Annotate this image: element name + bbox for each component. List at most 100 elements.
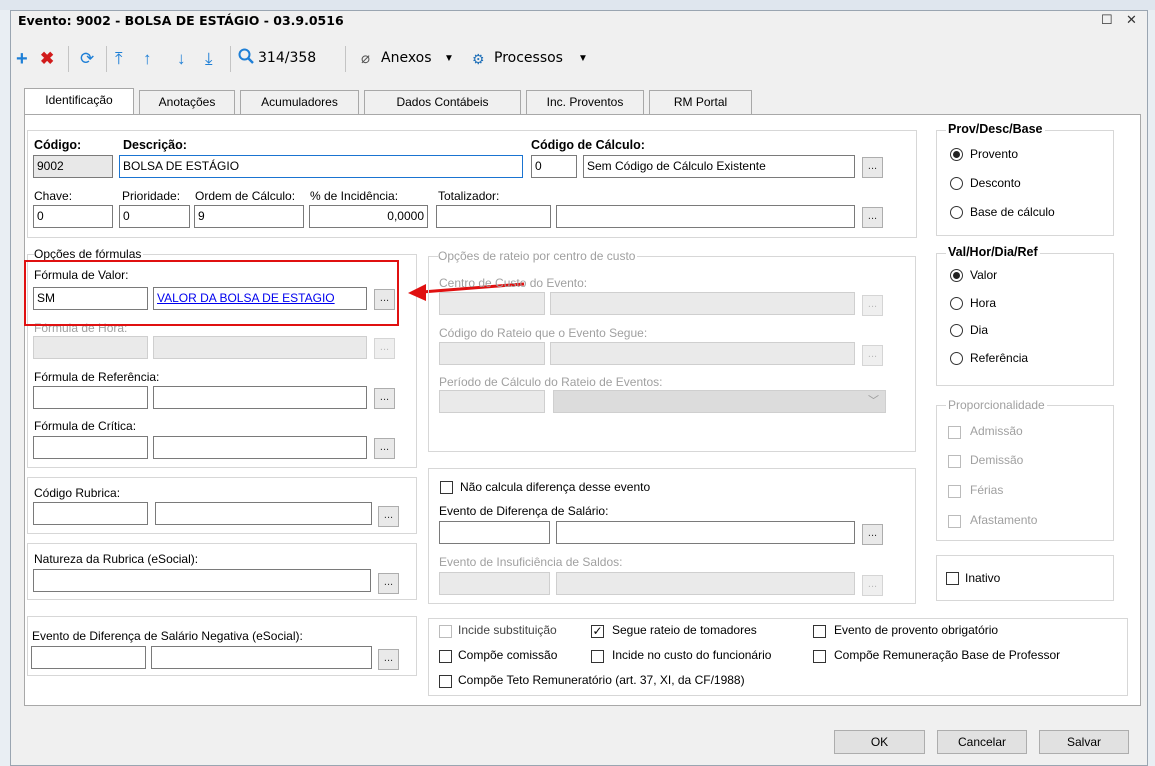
attachments-menu[interactable]: Anexos	[381, 50, 432, 66]
centro-custo-lookup-button[interactable]: ...	[862, 295, 883, 316]
restore-button[interactable]: ☐	[1101, 12, 1113, 28]
formula-critica-code[interactable]	[33, 436, 148, 459]
totalizador-lookup-button[interactable]: ...	[862, 207, 883, 228]
codigo-rateio-desc	[550, 342, 855, 365]
base-calculo-radio[interactable]	[950, 206, 963, 219]
val-hor-dia-ref-title: Val/Hor/Dia/Ref	[946, 245, 1040, 259]
evento-diferenca-lookup-button[interactable]: ...	[862, 524, 883, 545]
formula-hora-lookup-button[interactable]: ...	[374, 338, 395, 359]
compoe-comissao-checkbox[interactable]	[439, 650, 452, 663]
compoe-remuneracao-checkbox[interactable]	[813, 650, 826, 663]
processes-menu[interactable]: Processos	[494, 50, 563, 66]
formula-critica-lookup-button[interactable]: ...	[374, 438, 395, 459]
descricao-field[interactable]: BOLSA DE ESTÁGIO	[119, 155, 523, 178]
chave-label: Chave:	[34, 189, 73, 203]
toolbar-separator	[68, 46, 69, 72]
admissao-checkbox[interactable]	[948, 426, 961, 439]
evento-diferenca-code[interactable]	[439, 521, 550, 544]
delete-icon[interactable]: ✖	[40, 48, 54, 70]
totalizador-desc	[556, 205, 855, 228]
ok-button[interactable]: OK	[834, 730, 925, 754]
codigo-calculo-lookup-button[interactable]: ...	[862, 157, 883, 178]
tab-identificacao[interactable]: Identificação	[24, 88, 134, 114]
tab-dados-contabeis[interactable]: Dados Contábeis	[364, 90, 521, 114]
nao-calcula-checkbox[interactable]	[440, 481, 453, 494]
valor-radio[interactable]	[950, 269, 963, 282]
centro-custo-code[interactable]	[439, 292, 545, 315]
refresh-icon[interactable]: ⟳	[80, 48, 94, 70]
provento-obrigatorio-checkbox[interactable]	[813, 625, 826, 638]
natureza-rubrica-label: Natureza da Rubrica (eSocial):	[34, 552, 199, 566]
search-icon[interactable]	[238, 48, 254, 70]
provento-radio[interactable]	[950, 148, 963, 161]
formulas-group-title: Opções de fórmulas	[34, 247, 144, 261]
incide-custo-checkbox[interactable]	[591, 650, 604, 663]
nao-calcula-label: Não calcula diferença desse evento	[460, 480, 651, 494]
incide-substituicao-checkbox[interactable]	[439, 625, 452, 638]
formula-referencia-code[interactable]	[33, 386, 148, 409]
periodo-rateio-select[interactable]: ﹀	[553, 390, 886, 413]
ferias-checkbox[interactable]	[948, 485, 961, 498]
incidencia-field[interactable]: 0,0000	[309, 205, 428, 228]
compoe-remuneracao-label: Compõe Remuneração Base de Professor	[834, 648, 1061, 662]
close-button[interactable]: ✕	[1126, 12, 1137, 28]
codigo-rubrica-code[interactable]	[33, 502, 148, 525]
ordem-calculo-field[interactable]: 9	[194, 205, 304, 228]
evento-diferenca-label: Evento de Diferença de Salário:	[439, 504, 609, 518]
prioridade-field[interactable]: 0	[119, 205, 190, 228]
evento-insuficiencia-lookup-button[interactable]: ...	[862, 575, 883, 596]
periodo-rateio-field[interactable]	[439, 390, 545, 413]
cancel-button[interactable]: Cancelar	[937, 730, 1027, 754]
chevron-down-icon[interactable]: ▼	[578, 48, 588, 70]
tab-inc-proventos[interactable]: Inc. Proventos	[526, 90, 644, 114]
first-record-icon[interactable]: ⤒	[115, 48, 123, 70]
natureza-rubrica-field[interactable]	[33, 569, 371, 592]
previous-record-icon[interactable]: ↑	[143, 48, 152, 70]
last-record-icon[interactable]: ⤓	[205, 48, 213, 70]
prov-desc-base-title: Prov/Desc/Base	[946, 122, 1045, 136]
next-record-icon[interactable]: ↓	[177, 48, 186, 70]
codigo-calculo-field[interactable]: 0	[531, 155, 577, 178]
evento-negativa-desc	[151, 646, 372, 669]
tab-anotacoes[interactable]: Anotações	[139, 90, 235, 114]
evento-negativa-lookup-button[interactable]: ...	[378, 649, 399, 670]
evento-insuficiencia-code[interactable]	[439, 572, 550, 595]
tab-rm-portal[interactable]: RM Portal	[649, 90, 752, 114]
evento-insuficiencia-label: Evento de Insuficiência de Saldos:	[439, 555, 623, 569]
compoe-teto-checkbox[interactable]	[439, 675, 452, 688]
compoe-teto-label: Compõe Teto Remuneratório (art. 37, XI, …	[458, 673, 745, 687]
segue-rateio-checkbox[interactable]: ✓	[591, 625, 604, 638]
chevron-down-icon[interactable]: ▼	[444, 48, 454, 70]
codigo-rateio-label: Código do Rateio que o Evento Segue:	[439, 326, 648, 340]
paperclip-icon: ⌀	[361, 50, 371, 67]
incide-custo-label: Incide no custo do funcionário	[612, 648, 772, 662]
chave-field[interactable]: 0	[33, 205, 113, 228]
proporcionalidade-title: Proporcionalidade	[946, 398, 1047, 412]
formula-referencia-lookup-button[interactable]: ...	[374, 388, 395, 409]
codigo-field[interactable]: 9002	[33, 155, 113, 178]
formula-hora-code[interactable]	[33, 336, 148, 359]
tab-acumuladores[interactable]: Acumuladores	[240, 90, 359, 114]
base-calculo-label: Base de cálculo	[970, 205, 1055, 219]
codigo-rateio-lookup-button[interactable]: ...	[862, 345, 883, 366]
hora-radio[interactable]	[950, 297, 963, 310]
evento-negativa-label: Evento de Diferença de Salário Negativa …	[32, 629, 303, 643]
totalizador-label: Totalizador:	[438, 189, 500, 203]
chevron-down-icon: ﹀	[868, 395, 879, 407]
demissao-checkbox[interactable]	[948, 455, 961, 468]
formula-critica-label: Fórmula de Crítica:	[34, 419, 137, 433]
totalizador-field[interactable]	[436, 205, 551, 228]
inativo-checkbox[interactable]	[946, 572, 959, 585]
referencia-radio[interactable]	[950, 352, 963, 365]
save-button[interactable]: Salvar	[1039, 730, 1129, 754]
codigo-rateio-code[interactable]	[439, 342, 545, 365]
desconto-radio[interactable]	[950, 177, 963, 190]
dia-radio[interactable]	[950, 324, 963, 337]
evento-negativa-code[interactable]	[31, 646, 146, 669]
codigo-rubrica-lookup-button[interactable]: ...	[378, 506, 399, 527]
natureza-rubrica-lookup-button[interactable]: ...	[378, 573, 399, 594]
afastamento-checkbox[interactable]	[948, 515, 961, 528]
demissao-label: Demissão	[970, 453, 1024, 467]
incidencia-label: % de Incidência:	[310, 189, 399, 203]
add-icon[interactable]: +	[16, 48, 28, 70]
